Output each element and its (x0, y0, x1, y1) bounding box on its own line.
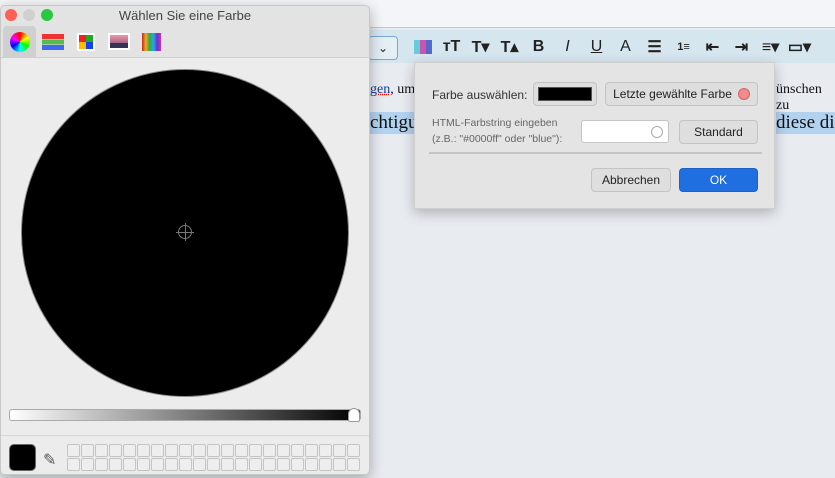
editor-toolbar: тT T▾ T▴ B I U A ☰ 1≡ ⇤ ⇥ ≡▾ ▭▾ (370, 30, 835, 63)
image-palettes-tab[interactable] (102, 26, 135, 57)
color-swatch-slot[interactable] (109, 458, 122, 471)
doc-line-1: gen, um (370, 82, 415, 98)
color-swatch-slot[interactable] (81, 444, 94, 457)
color-well-button[interactable] (533, 82, 597, 106)
color-swatch-slot[interactable] (193, 458, 206, 471)
font-size-icon[interactable]: тT (437, 34, 466, 60)
increase-font-icon[interactable]: T▴ (495, 34, 524, 60)
color-swatch-slot[interactable] (123, 458, 136, 471)
color-swatch-slot[interactable] (95, 458, 108, 471)
choose-color-label: Farbe auswählen: (432, 88, 528, 102)
divider (429, 152, 762, 154)
palette-icon (76, 32, 95, 51)
divider (1, 435, 369, 436)
recent-color-dot (737, 88, 750, 100)
text-color-icon[interactable] (408, 34, 437, 60)
numbered-list-icon[interactable]: 1≡ (669, 34, 698, 60)
underline-icon[interactable]: U (582, 34, 611, 60)
color-swatch-slot[interactable] (319, 458, 332, 471)
color-swatch-slot[interactable] (81, 458, 94, 471)
current-color-well[interactable] (9, 444, 36, 471)
color-sliders-tab[interactable] (36, 26, 69, 57)
html-color-input[interactable] (581, 120, 669, 143)
color-well-swatch (538, 87, 592, 101)
window-title: Wählen Sie eine Farbe (118, 8, 252, 23)
ok-button[interactable]: OK (679, 168, 758, 192)
indent-icon[interactable]: ⇥ (727, 34, 756, 60)
recent-color-label: Letzte gewählte Farbe (613, 87, 732, 101)
html-label-1: HTML-Farbstring eingeben (432, 117, 558, 129)
color-dialog: Farbe auswählen: Letzte gewählte Farbe H… (414, 62, 775, 209)
color-swatch-slot[interactable] (333, 444, 346, 457)
pencils-icon (142, 32, 161, 51)
cancel-button[interactable]: Abbrechen (591, 168, 671, 192)
crosshair-icon[interactable] (176, 223, 194, 241)
color-swatch-slot[interactable] (137, 444, 150, 457)
color-swatch-slot[interactable] (277, 458, 290, 471)
color-swatch-slot[interactable] (333, 458, 346, 471)
slider-thumb[interactable] (348, 408, 360, 422)
html-label-2: (z.B.: "#0000ff" oder "blue"): (432, 133, 563, 145)
color-swatch-slot[interactable] (319, 444, 332, 457)
doc-link: gen (370, 82, 391, 97)
recent-color-button[interactable]: Letzte gewählte Farbe (605, 82, 758, 106)
pencils-tab[interactable] (135, 26, 168, 57)
color-swatch-slot[interactable] (179, 444, 192, 457)
color-swatch-slot[interactable] (67, 458, 80, 471)
bullet-list-icon[interactable]: ☰ (640, 34, 669, 60)
chevron-down-icon[interactable]: ⌄ (368, 36, 398, 60)
standard-button[interactable]: Standard (679, 120, 758, 144)
color-swatch-slot[interactable] (179, 458, 192, 471)
color-swatch-slot[interactable] (67, 444, 80, 457)
color-panel-window: Wählen Sie eine Farbe ✎ (0, 5, 370, 475)
color-swatch-slot[interactable] (263, 458, 276, 471)
doc-line-1-right: ünschen zu (776, 82, 822, 113)
eyedropper-icon[interactable]: ✎ (43, 450, 56, 470)
color-swatch-slot[interactable] (249, 458, 262, 471)
doc-text: , um (390, 82, 416, 97)
color-swatch-slot[interactable] (221, 458, 234, 471)
color-swatch-slot[interactable] (235, 444, 248, 457)
color-swatch-slot[interactable] (193, 444, 206, 457)
brightness-slider[interactable] (9, 408, 361, 422)
sliders-icon (41, 33, 64, 50)
italic-icon[interactable]: I (553, 34, 582, 60)
color-swatch-slot[interactable] (249, 444, 262, 457)
color-swatch-slot[interactable] (305, 458, 318, 471)
color-swatch-slot[interactable] (109, 444, 122, 457)
outdent-icon[interactable]: ⇤ (698, 34, 727, 60)
doc-line-2-right: diese din (776, 112, 835, 134)
image-icon[interactable]: ▭▾ (785, 34, 814, 60)
color-swatch-slot[interactable] (347, 444, 360, 457)
color-swatch-slot[interactable] (207, 458, 220, 471)
color-swatch-slot[interactable] (221, 444, 234, 457)
color-wheel-icon (9, 31, 30, 52)
color-swatch-slot[interactable] (123, 444, 136, 457)
color-swatch-slot[interactable] (165, 458, 178, 471)
color-swatch-slot[interactable] (235, 458, 248, 471)
color-swatch-slot[interactable] (151, 444, 164, 457)
align-icon[interactable]: ≡▾ (756, 34, 785, 60)
color-swatch-slot[interactable] (277, 444, 290, 457)
bold-icon[interactable]: B (524, 34, 553, 60)
color-swatch-slot[interactable] (347, 458, 360, 471)
decrease-font-icon[interactable]: T▾ (466, 34, 495, 60)
color-swatch-slot[interactable] (305, 444, 318, 457)
swatch-grid (67, 444, 360, 471)
image-icon (107, 33, 130, 50)
color-preview-circle (651, 126, 663, 138)
color-swatch-slot[interactable] (207, 444, 220, 457)
color-swatch-slot[interactable] (151, 458, 164, 471)
color-swatch-slot[interactable] (165, 444, 178, 457)
color-swatch-slot[interactable] (137, 458, 150, 471)
color-wheel-tab[interactable] (3, 26, 36, 57)
title-bar: Wählen Sie eine Farbe (1, 6, 369, 58)
color-swatch-slot[interactable] (291, 444, 304, 457)
color-swatch-slot[interactable] (263, 444, 276, 457)
clear-format-icon[interactable]: A (611, 34, 640, 60)
color-swatch-slot[interactable] (291, 458, 304, 471)
color-palettes-tab[interactable] (69, 26, 102, 57)
color-swatch-slot[interactable] (95, 444, 108, 457)
